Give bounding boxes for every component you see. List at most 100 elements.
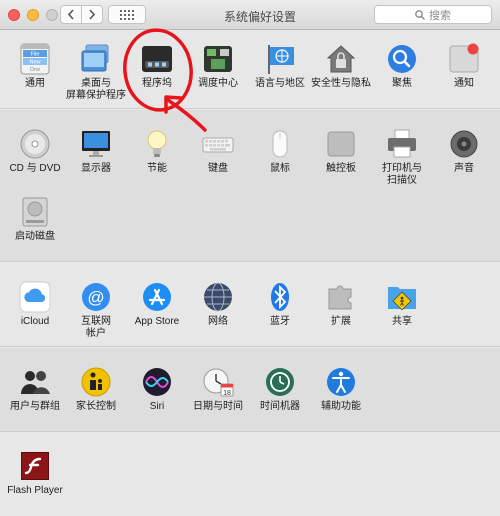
search-icon [415,9,425,20]
siri-icon [141,366,173,398]
pane-label: 日期与时间 [193,401,243,412]
pane-displays[interactable]: 显示器 [64,128,128,175]
pane-label: 语言与地区 [255,78,305,89]
dock-icon [141,43,173,75]
pane-label: 蓝牙 [270,316,290,327]
search-field[interactable]: 搜索 [374,5,492,24]
pane-label: App Store [134,316,180,327]
title-bar: 系统偏好设置 搜索 [0,0,500,30]
back-button[interactable] [60,5,82,24]
globe-icon [202,281,234,313]
pane-mission-control[interactable]: 调度中心 [186,43,250,90]
desktop-screensaver-icon [80,43,112,75]
at-sign-icon: @ [80,281,112,313]
flag-globe-icon [264,43,296,75]
pane-label: 显示器 [81,163,111,174]
system-section: 用户与群组 家长控制 Siri 18 日期与时间 时间机器 辅助功能 [0,348,500,432]
speaker-icon [448,128,480,160]
pane-accessibility[interactable]: 辅助功能 [309,366,373,413]
pane-printers-scanners[interactable]: 打印机与 扫描仪 [370,128,434,187]
pane-label: 家长控制 [76,401,116,412]
lightbulb-icon [141,128,173,160]
mission-control-icon [202,43,234,75]
pane-label: 辅助功能 [321,401,361,412]
pane-parental-controls[interactable]: 家长控制 [64,366,128,413]
parental-controls-icon [80,366,112,398]
spotlight-icon [386,43,418,75]
pane-flash-player[interactable]: Flash Player [3,450,67,497]
users-icon [19,366,51,398]
general-icon-text-2: New [29,60,40,66]
close-window-button[interactable] [8,9,20,21]
pane-sound[interactable]: 声音 [432,128,496,175]
other-section: Flash Player [0,433,500,516]
bluetooth-icon [264,281,296,313]
pane-label: 程序坞 [142,78,172,89]
sharing-folder-icon [386,281,418,313]
chevron-right-icon [89,9,96,20]
app-store-icon [141,281,173,313]
pane-label: 用户与群组 [10,401,60,412]
hardware-section: CD 与 DVD 显示器 节能 键盘 鼠标 触控板 打印机与 扫描仪 声音 启动… [0,110,500,262]
keyboard-icon [202,128,234,160]
disc-icon [19,128,51,160]
notifications-icon [448,43,480,75]
pane-label: 触控板 [326,163,356,174]
pane-internet-accounts[interactable]: @ 互联网 帐户 [64,281,128,340]
calendar-date-text: 18 [223,390,231,397]
pane-label: 桌面与 屏幕保护程序 [66,78,126,101]
general-icon-text-1: File [31,52,40,58]
pane-language-region[interactable]: 语言与地区 [248,43,312,90]
pane-desktop-screensaver[interactable]: 桌面与 屏幕保护程序 [64,43,128,102]
pane-label: 声音 [454,163,474,174]
grid-icon [120,9,134,20]
minimize-window-button[interactable] [27,9,39,21]
pane-date-time[interactable]: 18 日期与时间 [186,366,250,413]
window-title: 系统偏好设置 [223,10,296,24]
pane-spotlight[interactable]: 聚焦 [370,43,434,90]
puzzle-icon [325,281,357,313]
forward-button[interactable] [81,5,103,24]
svg-text:@: @ [87,288,104,307]
pane-label: 通知 [454,78,474,89]
pane-users-groups[interactable]: 用户与群组 [3,366,67,413]
pane-notifications[interactable]: 通知 [432,43,496,90]
pane-label: 网络 [208,316,228,327]
pane-general[interactable]: File New One 通用 [3,43,67,90]
pane-dock[interactable]: 程序坞 [125,43,189,90]
general-icon: File New One [19,43,51,75]
pane-sharing[interactable]: 共享 [370,281,434,328]
internet-wireless-section: iCloud @ 互联网 帐户 App Store 网络 蓝牙 扩展 共享 [0,263,500,347]
house-lock-icon [325,43,357,75]
pane-label: 鼠标 [270,163,290,174]
pane-security-privacy[interactable]: 安全性与隐私 [309,43,373,90]
pane-network[interactable]: 网络 [186,281,250,328]
mouse-icon [264,128,296,160]
pane-label: 互联网 帐户 [81,316,111,339]
pane-time-machine[interactable]: 时间机器 [248,366,312,413]
pane-label: 键盘 [208,163,228,174]
pane-startup-disk[interactable]: 启动磁盘 [3,196,67,243]
zoom-window-button[interactable] [46,9,58,21]
pane-label: Flash Player [7,485,63,496]
hard-disk-icon [19,196,51,228]
pane-app-store[interactable]: App Store [125,281,189,328]
pane-mouse[interactable]: 鼠标 [248,128,312,175]
pane-siri[interactable]: Siri [125,366,189,413]
clock-calendar-icon: 18 [202,366,234,398]
pane-keyboard[interactable]: 键盘 [186,128,250,175]
pane-trackpad[interactable]: 触控板 [309,128,373,175]
pane-label: 时间机器 [260,401,300,412]
pane-energy-saver[interactable]: 节能 [125,128,189,175]
pane-bluetooth[interactable]: 蓝牙 [248,281,312,328]
pane-extensions[interactable]: 扩展 [309,281,373,328]
pane-label: 安全性与隐私 [311,78,371,89]
show-all-button[interactable] [108,5,146,24]
trackpad-icon [325,128,357,160]
pane-cd-dvd[interactable]: CD 与 DVD [3,128,67,175]
icloud-icon [19,281,51,313]
time-machine-icon [264,366,296,398]
pane-label: 通用 [25,78,45,89]
pane-label: 启动磁盘 [15,231,55,242]
pane-icloud[interactable]: iCloud [3,281,67,328]
